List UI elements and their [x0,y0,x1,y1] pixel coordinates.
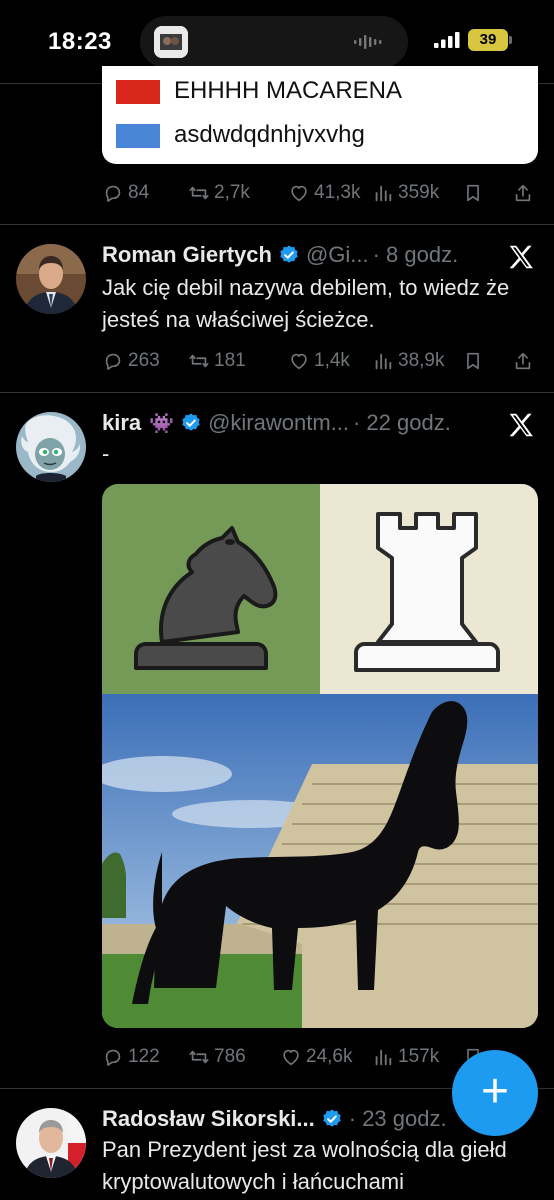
legend-label: EHHHH MACARENA [174,77,403,104]
tweet-divider [0,224,554,225]
author-name[interactable]: Radosław Sikorski... [102,1106,315,1132]
tweet-text: Jak cię debil nazywa debilem, to wiedz ż… [102,275,510,332]
author-handle[interactable]: @Gi... [306,242,369,268]
author-name[interactable]: Roman Giertych [102,242,272,268]
views-icon [375,185,392,202]
repost-button[interactable]: 181 [188,346,246,376]
tweet-header: kira 👾 @kirawontm... · 22 godz. [102,408,451,438]
x-logo-icon [509,413,533,437]
views-icon [375,353,392,370]
author-name[interactable]: kira [102,410,141,436]
legend-label: asdwdqdnhjvxvhg [174,121,365,148]
tweet-header: Radosław Sikorski... · 23 godz. [102,1104,447,1134]
share-icon [515,352,531,370]
reply-button[interactable]: 263 [102,346,160,376]
tweet-timestamp[interactable]: · 23 godz. [349,1106,447,1132]
like-button[interactable]: 1,4k [288,346,350,376]
repost-icon [189,186,209,200]
audio-wave-icon [354,35,382,49]
now-playing-thumbnail [154,26,188,58]
status-time: 18:23 [48,28,112,55]
battery-nub [509,36,512,44]
tweet-timestamp[interactable]: · 22 godz. [353,410,451,436]
tweet-header: Roman Giertych @Gi... · 8 godz. [102,240,458,270]
tweet-text: - [102,441,110,466]
views-icon [375,1049,392,1066]
reply-button[interactable]: 122 [102,1042,160,1072]
views-button[interactable]: 359k [372,178,439,208]
repost-icon [189,1050,209,1064]
tweet-text: Pan Prezydent jest za wolnością dla gieł… [102,1137,507,1194]
bookmark-button[interactable] [462,346,488,376]
bookmark-icon [467,184,479,202]
verified-badge-icon [323,1109,341,1127]
tweet-actions: 84 2,7k 41,3k 359k [102,178,538,208]
legend-swatch-blue [116,124,160,148]
verified-badge-icon [182,413,200,431]
legend-card-media[interactable]: EHHHH MACARENA asdwdqdnhjvxvhg [102,66,538,164]
share-button[interactable] [512,178,538,208]
like-button[interactable]: 41,3k [288,178,360,208]
compose-button[interactable]: + [452,1050,538,1136]
repost-icon [189,354,209,368]
repost-button[interactable]: 786 [188,1042,246,1072]
author-handle[interactable]: @kirawontm... [208,410,349,436]
avatar[interactable] [16,1108,86,1178]
share-button[interactable] [512,346,538,376]
share-icon [515,184,531,202]
tweet-media-image[interactable] [102,484,538,1028]
bookmark-icon [467,352,479,370]
like-button[interactable]: 24,6k [280,1042,352,1072]
battery-icon: 39 [468,29,508,51]
reply-button[interactable]: 84 [102,178,149,208]
alien-emoji-icon: 👾 [149,412,175,435]
legend-swatch-red [116,80,160,104]
repost-button[interactable]: 2,7k [188,178,250,208]
reply-icon [105,1049,121,1066]
x-logo-icon [509,245,533,269]
heart-icon [291,185,307,202]
heart-icon [291,353,307,370]
avatar[interactable] [16,244,86,314]
avatar[interactable] [16,412,86,482]
tweet-divider [0,392,554,393]
views-button[interactable]: 157k [372,1042,439,1072]
views-button[interactable]: 38,9k [372,346,444,376]
reply-icon [105,353,121,370]
reply-icon [105,185,121,202]
tweet-timestamp[interactable]: · 8 godz. [373,242,459,268]
verified-badge-icon [280,245,298,263]
dynamic-island[interactable] [140,16,408,68]
bookmark-button[interactable] [462,178,488,208]
signal-bars-icon [434,32,460,48]
heart-icon [283,1049,299,1066]
tweet-actions: 263 181 1,4k 38,9k [102,346,538,376]
